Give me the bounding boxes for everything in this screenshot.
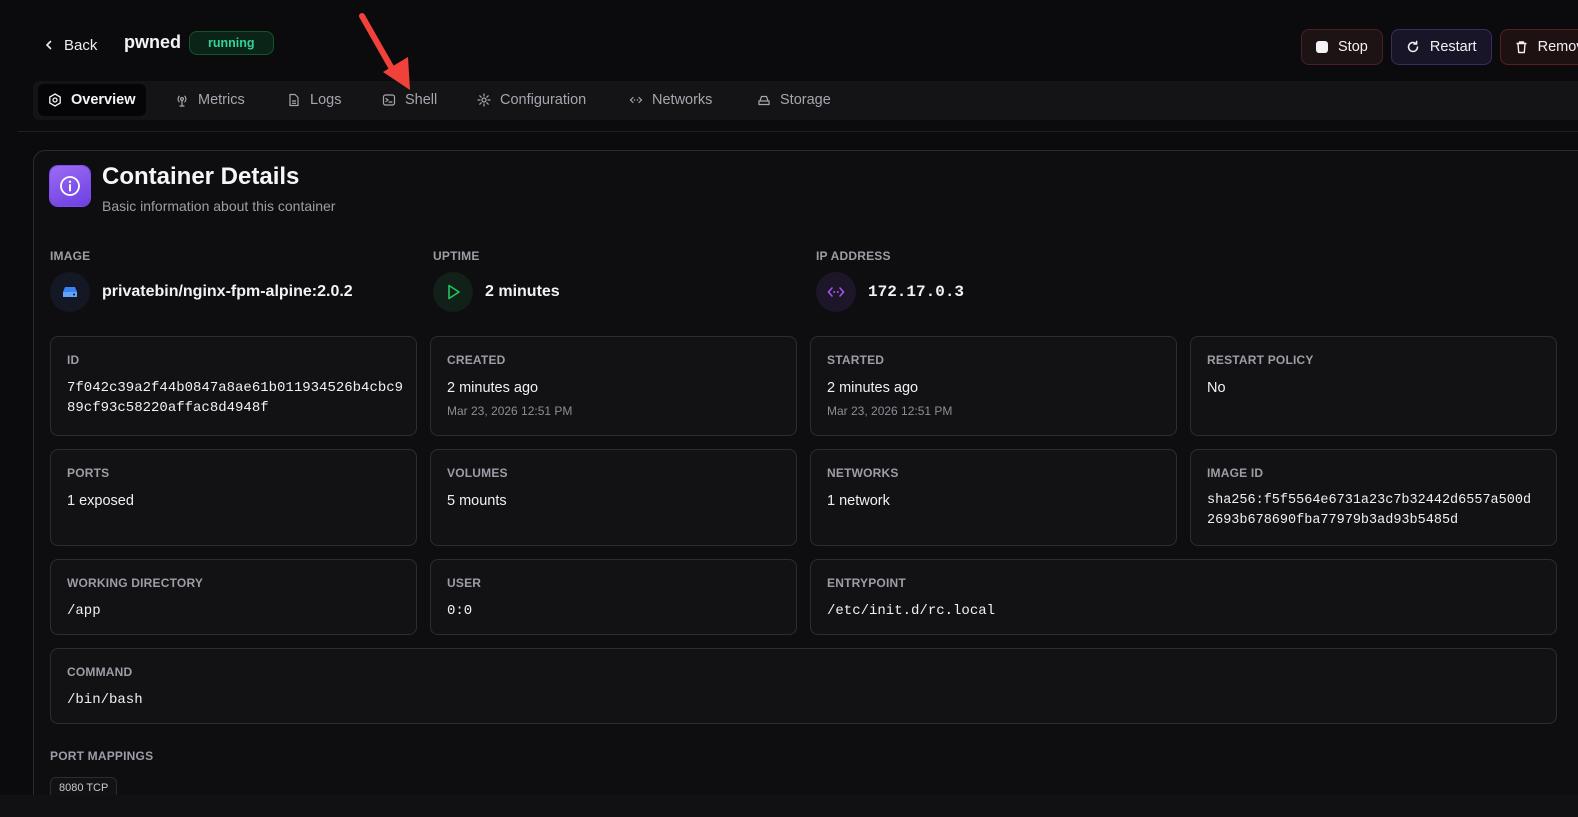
back-button[interactable]: Back xyxy=(44,32,97,58)
image-label: IMAGE xyxy=(50,249,91,263)
container-name: pwned xyxy=(124,32,181,52)
tab-label: Overview xyxy=(71,92,136,108)
ports-box: PORTS 1 exposed xyxy=(50,449,417,546)
working-directory-box: WORKING DIRECTORY /app xyxy=(50,559,417,635)
uptime-value: 2 minutes xyxy=(485,283,560,300)
tab-configuration[interactable]: Configuration xyxy=(467,84,596,116)
image-id-box: IMAGE ID sha256:f5f5564e6731a23c7b32442d… xyxy=(1190,449,1557,546)
uptime-summary: UPTIME 2 minutes xyxy=(433,247,803,312)
user-label: USER xyxy=(447,576,482,590)
started-date: Mar 23, 2026 12:51 PM xyxy=(827,404,953,418)
networks-value: 1 network xyxy=(827,493,890,509)
network-icon xyxy=(629,96,643,104)
entrypoint-label: ENTRYPOINT xyxy=(827,576,906,590)
networks-box: NETWORKS 1 network xyxy=(810,449,1177,546)
restart-policy-label: RESTART POLICY xyxy=(1207,353,1314,367)
bottom-strip xyxy=(0,795,1578,817)
tab-overview[interactable]: Overview xyxy=(38,84,146,116)
stop-label: Stop xyxy=(1338,39,1368,55)
user-box: USER 0:0 xyxy=(430,559,797,635)
entrypoint-value: /etc/init.d/rc.local xyxy=(827,603,996,619)
antenna-icon xyxy=(177,95,187,107)
command-box: COMMAND /bin/bash xyxy=(50,648,1557,724)
ip-label: IP ADDRESS xyxy=(816,249,891,263)
created-label: CREATED xyxy=(447,353,506,367)
created-value: 2 minutes ago xyxy=(447,380,539,396)
ports-label: PORTS xyxy=(67,466,110,480)
remove-label: Remov xyxy=(1537,39,1578,55)
tab-label: Configuration xyxy=(500,92,587,108)
image-id-label: IMAGE ID xyxy=(1207,466,1264,480)
tab-label: Networks xyxy=(652,92,713,108)
volumes-label: VOLUMES xyxy=(447,466,508,480)
uptime-label: UPTIME xyxy=(433,249,480,263)
networks-label: NETWORKS xyxy=(827,466,899,480)
tab-label: Metrics xyxy=(198,92,245,108)
drive-icon xyxy=(50,272,90,312)
image-id-line2: 2693b678690fba77979b3ad93b5485d xyxy=(1207,513,1459,528)
tab-bar: Overview Metrics Logs Shell Configuratio… xyxy=(33,81,1578,120)
started-value: 2 minutes ago xyxy=(827,380,919,396)
user-value: 0:0 xyxy=(447,603,473,619)
gear-icon xyxy=(477,93,491,107)
ip-value: 172.17.0.3 xyxy=(868,283,965,301)
restart-label: Restart xyxy=(1429,39,1477,55)
status-badge: running xyxy=(189,31,274,55)
stop-button[interactable]: Stop xyxy=(1301,29,1383,65)
ip-summary: IP ADDRESS 172.17.0.3 xyxy=(816,247,1186,312)
id-label: ID xyxy=(67,353,80,367)
entrypoint-box: ENTRYPOINT /etc/init.d/rc.local xyxy=(810,559,1557,635)
header: Back pwned running Stop Restart Remov xyxy=(0,0,1578,80)
image-id-line1: sha256:f5f5564e6731a23c7b32442d6557a500d xyxy=(1207,493,1532,508)
volumes-value: 5 mounts xyxy=(447,493,507,509)
id-value-line1: 7f042c39a2f44b0847a8ae61b011934526b4cbc9 xyxy=(67,380,404,396)
remove-button[interactable]: Remov xyxy=(1499,29,1578,65)
image-value: privatebin/nginx-fpm-alpine:2.0.2 xyxy=(102,283,353,300)
terminal-icon xyxy=(382,94,396,106)
started-label: STARTED xyxy=(827,353,885,367)
command-value: /bin/bash xyxy=(67,692,143,708)
command-label: COMMAND xyxy=(67,665,133,679)
id-box: ID 7f042c39a2f44b0847a8ae61b011934526b4c… xyxy=(50,336,417,436)
card-subtitle: Basic information about this container xyxy=(102,198,336,214)
stop-icon xyxy=(1316,41,1328,53)
ports-value: 1 exposed xyxy=(67,493,134,509)
working-directory-label: WORKING DIRECTORY xyxy=(67,576,204,590)
created-box: CREATED 2 minutes ago Mar 23, 2026 12:51… xyxy=(430,336,797,436)
restart-policy-box: RESTART POLICY No xyxy=(1190,336,1557,436)
tab-networks[interactable]: Networks xyxy=(619,84,722,116)
action-bar: Stop Restart Remov xyxy=(1301,29,1578,65)
created-date: Mar 23, 2026 12:51 PM xyxy=(447,404,573,418)
tab-label: Storage xyxy=(780,92,831,108)
card-title: Container Details xyxy=(102,163,300,190)
restart-icon xyxy=(1407,40,1419,53)
tab-label: Shell xyxy=(405,92,438,108)
play-icon xyxy=(433,272,473,312)
overview-icon xyxy=(49,93,61,107)
file-icon xyxy=(289,93,299,107)
restart-button[interactable]: Restart xyxy=(1390,29,1492,65)
tab-label: Logs xyxy=(310,92,342,108)
tab-shell[interactable]: Shell xyxy=(372,84,447,116)
started-box: STARTED 2 minutes ago Mar 23, 2026 12:51… xyxy=(810,336,1177,436)
trash-icon xyxy=(1516,41,1527,54)
storage-icon xyxy=(758,95,770,106)
chevron-left-icon xyxy=(45,40,52,50)
restart-policy-value: No xyxy=(1207,380,1226,396)
network-icon xyxy=(816,272,856,312)
working-directory-value: /app xyxy=(67,603,101,619)
info-icon xyxy=(50,166,90,206)
divider xyxy=(18,131,1578,132)
tab-metrics[interactable]: Metrics xyxy=(165,84,255,116)
port-mappings-label: PORT MAPPINGS xyxy=(50,749,154,763)
image-summary: IMAGE privatebin/nginx-fpm-alpine:2.0.2 xyxy=(50,247,420,312)
tab-logs[interactable]: Logs xyxy=(277,84,351,116)
volumes-box: VOLUMES 5 mounts xyxy=(430,449,797,546)
tab-storage[interactable]: Storage xyxy=(747,84,841,116)
id-value-line2: 89cf93c58220affac8d4948f xyxy=(67,400,269,416)
back-label: Back xyxy=(64,36,98,54)
